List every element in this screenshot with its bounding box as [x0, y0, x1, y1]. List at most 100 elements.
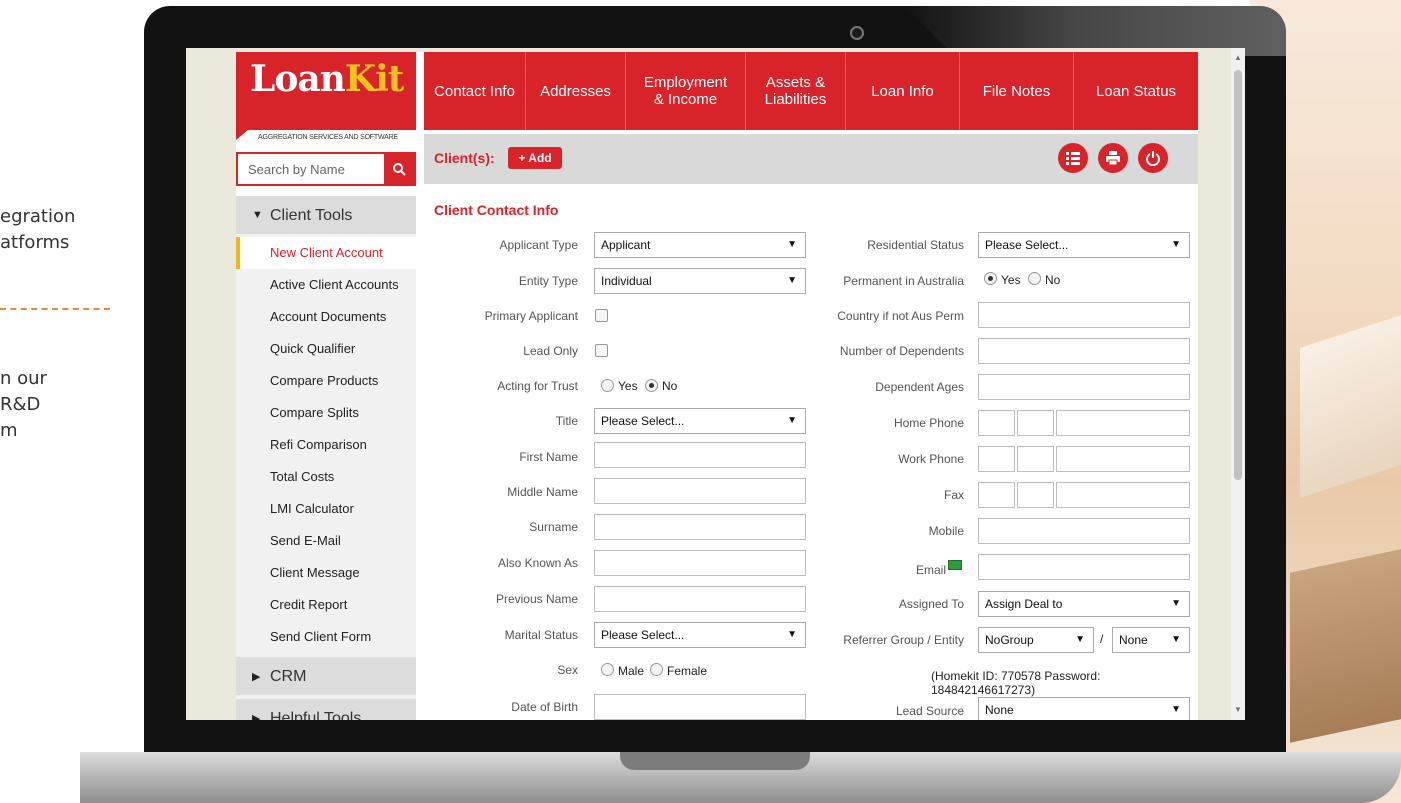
- acting-for-trust-label: Acting for Trust: [497, 379, 578, 393]
- marketing-text-1: egration atforms: [0, 204, 75, 256]
- previous-name-input[interactable]: [594, 586, 806, 612]
- lead-only-checkbox[interactable]: [595, 344, 608, 357]
- marketing-text-2: n our R&D m: [0, 366, 47, 444]
- home-phone-area-input[interactable]: [1017, 410, 1054, 436]
- radio-label: Yes: [1001, 273, 1021, 287]
- lead-source-label: Lead Source: [895, 704, 964, 718]
- homekit-credentials: (Homekit ID: 770578 Password: 1848421466…: [931, 669, 1101, 697]
- scroll-down-icon[interactable]: ▼: [1234, 706, 1242, 714]
- tab-loan-status[interactable]: Loan Status: [1074, 52, 1198, 130]
- also-known-as-input[interactable]: [594, 550, 806, 576]
- nav-item-active-client-accounts[interactable]: Active Client Accounts: [236, 269, 416, 301]
- fax-area-input[interactable]: [1017, 482, 1054, 508]
- lead-source-select[interactable]: None ▼: [978, 697, 1190, 720]
- work-phone-number-input[interactable]: [1056, 446, 1190, 472]
- residential-status-select[interactable]: Please Select... ▼: [978, 232, 1190, 258]
- applicant-type-select[interactable]: Applicant ▼: [594, 232, 806, 258]
- tab-addresses[interactable]: Addresses: [526, 52, 626, 130]
- fax-number-input[interactable]: [1056, 482, 1190, 508]
- search-button[interactable]: [384, 154, 414, 184]
- nav-section-crm[interactable]: ▶ CRM: [236, 657, 416, 695]
- select-value: Please Select...: [601, 628, 685, 642]
- mobile-input[interactable]: [978, 518, 1190, 544]
- nav-item-refi-comparison[interactable]: Refi Comparison: [236, 429, 416, 461]
- dropdown-arrow-icon: ▼: [1171, 704, 1181, 715]
- nav-item-compare-splits[interactable]: Compare Splits: [236, 397, 416, 429]
- nav-item-lmi-calculator[interactable]: LMI Calculator: [236, 493, 416, 525]
- scroll-thumb[interactable]: [1234, 70, 1242, 480]
- home-phone-country-input[interactable]: [978, 410, 1015, 436]
- nav-item-total-costs[interactable]: Total Costs: [236, 461, 416, 493]
- nav-section-client-tools[interactable]: ▼ Client Tools: [236, 196, 416, 234]
- add-client-button[interactable]: + Add: [508, 147, 562, 169]
- list-button[interactable]: [1058, 143, 1088, 173]
- also-known-as-label: Also Known As: [497, 556, 578, 570]
- residential-status-label: Residential Status: [867, 238, 964, 252]
- nav-item-send-email[interactable]: Send E-Mail: [236, 525, 416, 557]
- nav-item-new-client-account[interactable]: New Client Account: [236, 237, 416, 269]
- nav-item-account-documents[interactable]: Account Documents: [236, 301, 416, 333]
- nav-section-label: Client Tools: [270, 207, 353, 224]
- country-input[interactable]: [978, 302, 1190, 328]
- primary-applicant-checkbox[interactable]: [595, 309, 608, 322]
- acting-for-trust-yes-radio[interactable]: [601, 379, 614, 392]
- permanent-yes-radio[interactable]: [984, 272, 997, 285]
- tab-label: Addresses: [540, 82, 611, 100]
- scroll-up-icon[interactable]: ▲: [1234, 54, 1242, 62]
- surname-label: Surname: [529, 520, 578, 534]
- work-phone-country-input[interactable]: [978, 446, 1015, 472]
- laptop-screen: LoanKit AGGREGATION SERVICES AND SOFTWAR…: [186, 48, 1245, 720]
- nav-item-credit-report[interactable]: Credit Report: [236, 589, 416, 621]
- assigned-to-select[interactable]: Assign Deal to ▼: [978, 591, 1190, 617]
- referrer-entity-select[interactable]: None ▼: [1112, 627, 1190, 653]
- tab-file-notes[interactable]: File Notes: [960, 52, 1074, 130]
- vertical-scrollbar[interactable]: ▲ ▼: [1231, 48, 1245, 720]
- nav-item-client-message[interactable]: Client Message: [236, 557, 416, 589]
- logout-button[interactable]: [1138, 143, 1168, 173]
- tab-employment-income[interactable]: Employment & Income: [626, 52, 746, 130]
- number-of-dependents-input[interactable]: [978, 338, 1190, 364]
- title-select[interactable]: Please Select... ▼: [594, 408, 806, 434]
- print-button[interactable]: [1098, 143, 1128, 173]
- laptop-notch: [620, 752, 810, 770]
- sex-male-radio[interactable]: [601, 663, 614, 676]
- date-of-birth-input[interactable]: [594, 694, 806, 720]
- referrer-separator: /: [1100, 632, 1104, 646]
- email-input[interactable]: [978, 554, 1190, 580]
- middle-name-input[interactable]: [594, 478, 806, 504]
- tab-assets-liabilities[interactable]: Assets & Liabilities: [746, 52, 846, 130]
- nav-item-send-client-form[interactable]: Send Client Form: [236, 621, 416, 653]
- dependent-ages-input[interactable]: [978, 374, 1190, 400]
- permanent-no-radio[interactable]: [1028, 272, 1041, 285]
- surname-input[interactable]: [594, 514, 806, 540]
- referrer-group-select[interactable]: NoGroup ▼: [978, 627, 1094, 653]
- home-phone-number-input[interactable]: [1056, 410, 1190, 436]
- camera-icon: [850, 26, 864, 40]
- acting-for-trust-no-radio[interactable]: [645, 379, 658, 392]
- sex-female-radio[interactable]: [650, 663, 663, 676]
- loankit-logo[interactable]: LoanKit: [236, 52, 416, 130]
- first-name-input[interactable]: [594, 442, 806, 468]
- radio-label: Male: [618, 664, 645, 678]
- fax-label: Fax: [943, 488, 964, 502]
- dropdown-arrow-icon: ▼: [1075, 634, 1085, 645]
- marketing-line: m: [0, 420, 18, 441]
- tab-contact-info[interactable]: Contact Info: [424, 52, 526, 130]
- tab-loan-info[interactable]: Loan Info: [846, 52, 960, 130]
- print-icon: [1106, 151, 1120, 166]
- select-value: None: [985, 703, 1014, 717]
- primary-applicant-label: Primary Applicant: [484, 309, 578, 323]
- fax-country-input[interactable]: [978, 482, 1015, 508]
- middle-name-label: Middle Name: [507, 485, 578, 499]
- nav-section-helpful-tools[interactable]: ▶ Helpful Tools: [236, 699, 416, 720]
- tab-label-line: & Income: [653, 91, 718, 108]
- caret-right-icon: ▶: [252, 671, 261, 683]
- entity-type-select[interactable]: Individual ▼: [594, 268, 806, 294]
- search-input[interactable]: [238, 154, 384, 184]
- loankit-page: LoanKit AGGREGATION SERVICES AND SOFTWAR…: [236, 52, 1198, 720]
- nav-item-compare-products[interactable]: Compare Products: [236, 365, 416, 397]
- previous-name-label: Previous Name: [495, 592, 578, 606]
- marital-status-select[interactable]: Please Select... ▼: [594, 622, 806, 648]
- work-phone-area-input[interactable]: [1017, 446, 1054, 472]
- nav-item-quick-qualifier[interactable]: Quick Qualifier: [236, 333, 416, 365]
